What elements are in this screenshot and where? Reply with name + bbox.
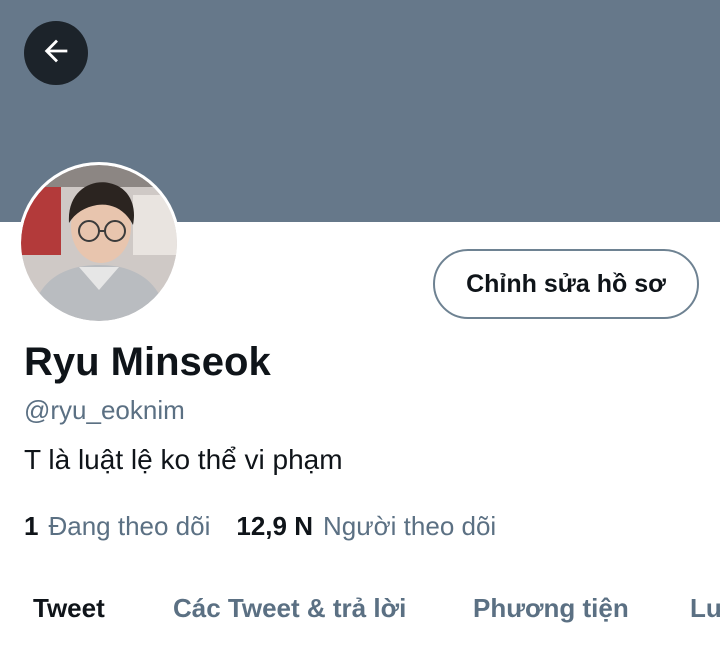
tab-media[interactable]: Phương tiện: [473, 593, 629, 624]
profile-stats: 1 Đang theo dõi 12,9 N Người theo dõi: [24, 511, 496, 542]
profile-name: Ryu Minseok: [24, 340, 271, 384]
avatar-photo: [21, 165, 177, 321]
followers-link[interactable]: 12,9 N Người theo dõi: [236, 511, 496, 542]
profile-handle: @ryu_eoknim: [24, 395, 185, 425]
avatar[interactable]: [18, 162, 180, 324]
following-label: Đang theo dõi: [48, 511, 211, 541]
arrow-left-icon: [39, 34, 73, 73]
profile-bio: T là luật lệ ko thể vi phạm: [24, 444, 343, 475]
followers-label: Người theo dõi: [322, 511, 497, 541]
tab-tweets[interactable]: Tweet: [33, 593, 105, 624]
tab-likes[interactable]: Lượt thích: [690, 593, 720, 624]
followers-count: 12,9 N: [236, 511, 313, 541]
profile-tabs: Tweet Các Tweet & trả lời Phương tiện Lư…: [0, 585, 720, 647]
following-link[interactable]: 1 Đang theo dõi: [24, 511, 210, 542]
edit-profile-button[interactable]: Chỉnh sửa hồ sơ: [433, 249, 699, 319]
back-button[interactable]: [24, 21, 88, 85]
tab-tweets-and-replies[interactable]: Các Tweet & trả lời: [173, 593, 406, 624]
following-count: 1: [24, 511, 39, 541]
